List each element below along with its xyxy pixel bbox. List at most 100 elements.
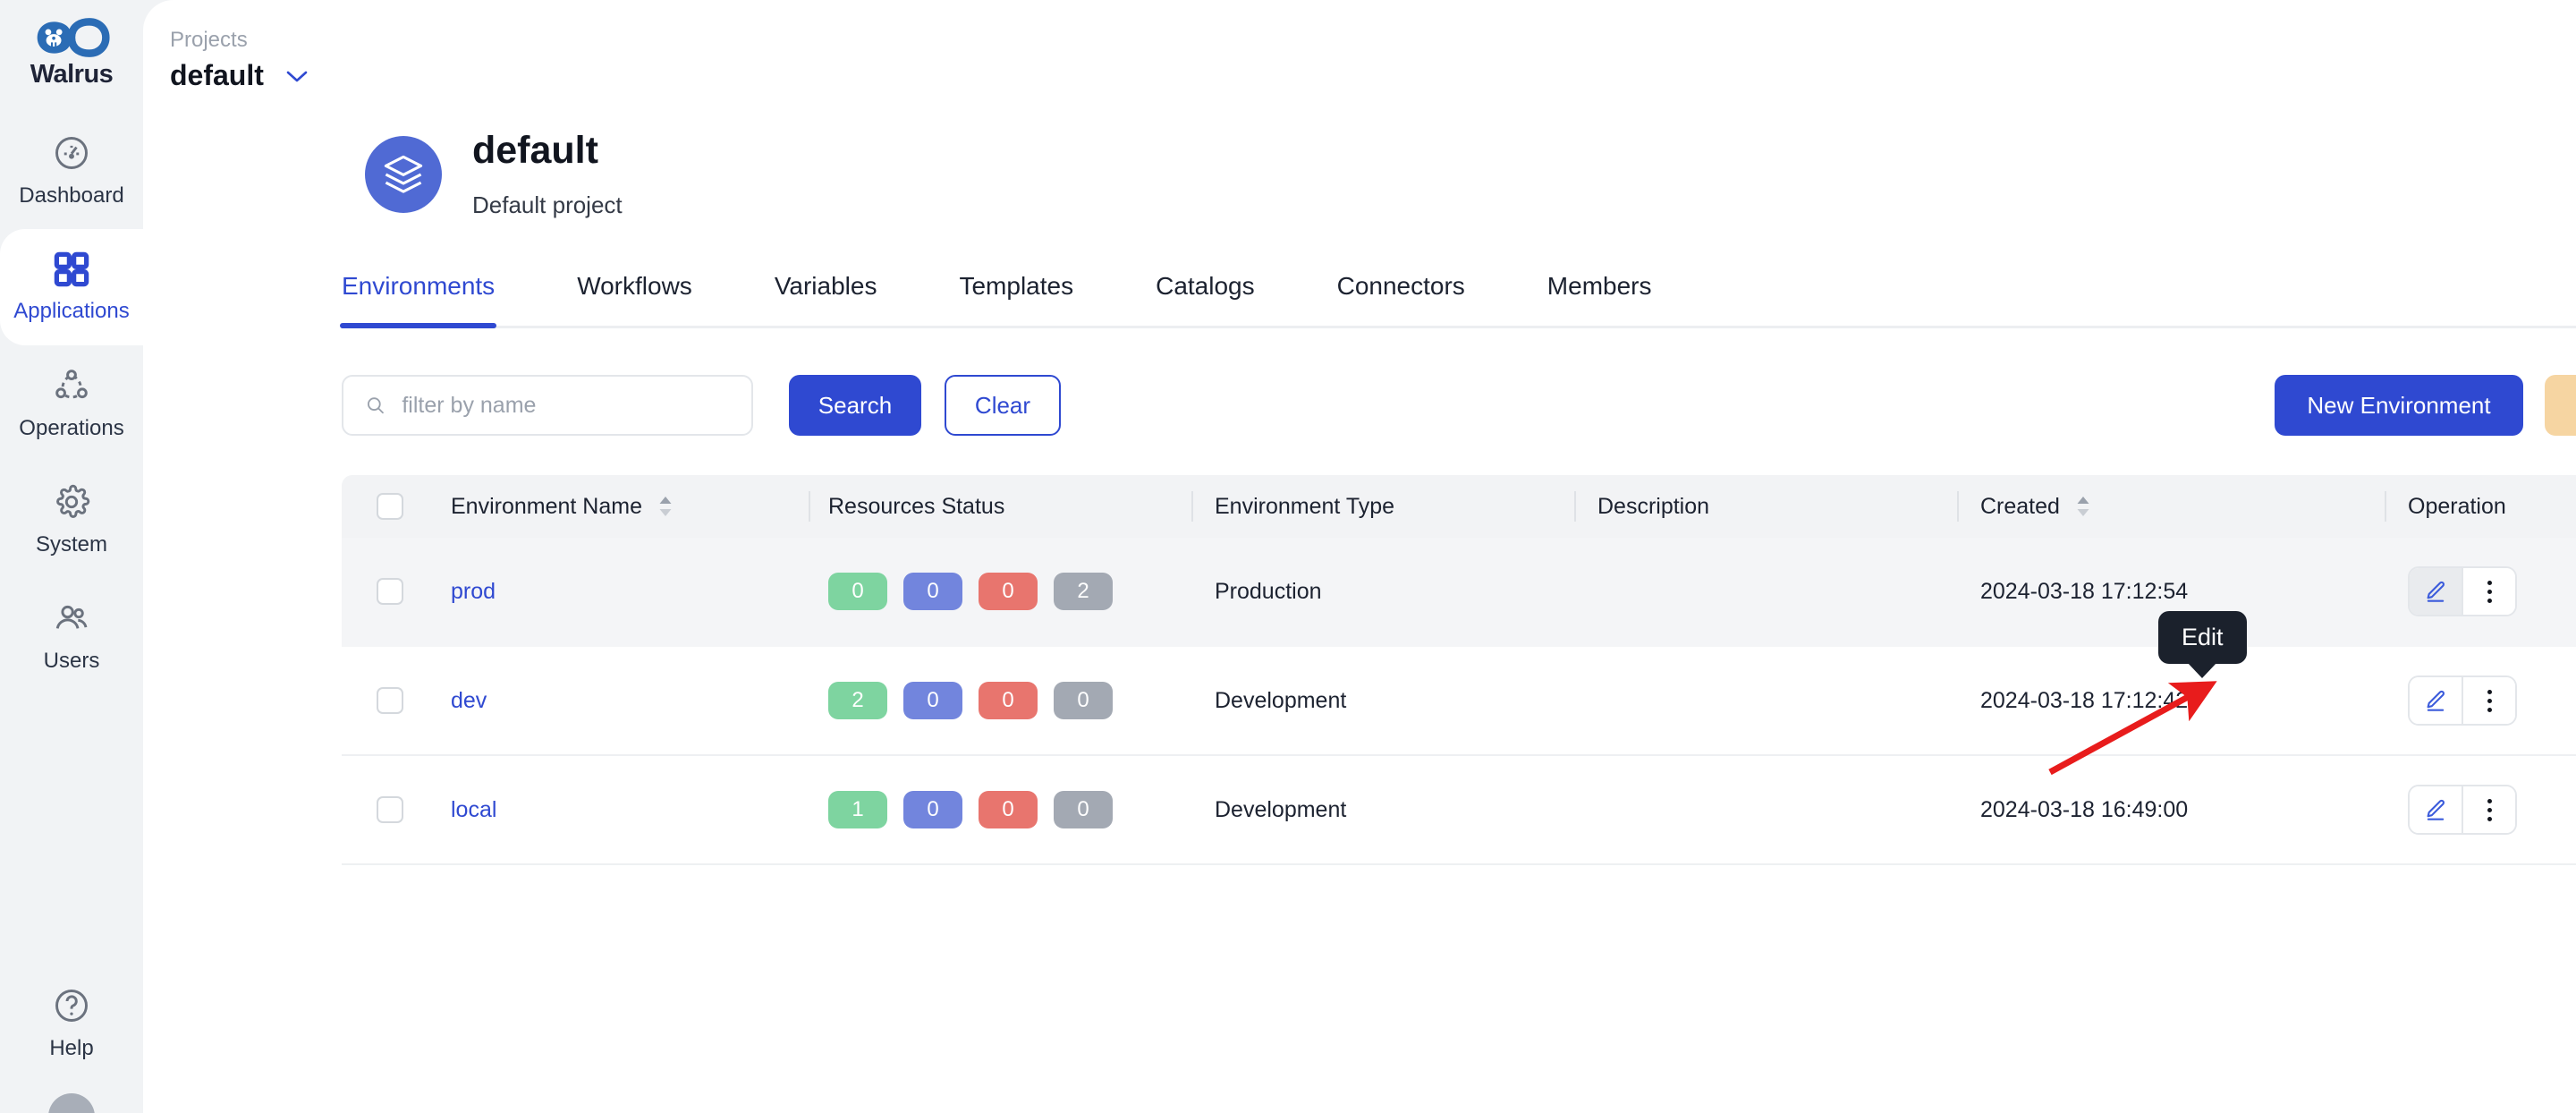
environment-link[interactable]: local [451, 797, 496, 822]
edit-button[interactable] [2410, 786, 2462, 833]
dashboard-gauge-icon [55, 137, 88, 169]
sidebar-item-operations[interactable]: Operations [0, 345, 143, 462]
status-badge-ready: 2 [828, 682, 887, 719]
sidebar-item-label: Dashboard [19, 183, 124, 208]
row-checkbox[interactable] [377, 687, 403, 714]
edit-button[interactable] [2410, 568, 2462, 615]
row-select-cell [342, 578, 438, 605]
more-actions-button[interactable] [2463, 786, 2515, 833]
sidebar-item-applications[interactable]: Applications [0, 229, 143, 345]
status-badge-progress: 0 [903, 791, 962, 828]
new-environment-button[interactable]: New Environment [2275, 375, 2523, 436]
row-select-cell [342, 796, 438, 823]
cell-created: 2024-03-18 16:49:00 [1980, 796, 2189, 822]
system-gear-icon [56, 484, 90, 518]
layers-stack-icon [384, 155, 423, 193]
more-vertical-dots-icon [2487, 798, 2492, 821]
edit-tooltip: Edit [2158, 611, 2247, 678]
project-selector[interactable]: default [170, 59, 309, 92]
cell-resources-status: 0 0 0 2 [821, 573, 1204, 610]
topbar: Projects default [143, 0, 2576, 92]
main-content: Projects default default Default project [143, 0, 2576, 1113]
sidebar-footer: Help [0, 986, 143, 1113]
applications-grid-icon [54, 251, 89, 287]
brand-logo[interactable]: Walrus [30, 16, 114, 89]
environment-link[interactable]: prod [451, 579, 496, 604]
sidebar: Walrus Dashboard Applications Operations… [0, 0, 143, 1113]
edit-pencil-icon [2427, 581, 2445, 602]
sidebar-item-label: Operations [19, 416, 124, 440]
table-row[interactable]: local 1 0 0 0 Development 2024-03-18 16:… [342, 756, 2576, 865]
select-all-checkbox[interactable] [377, 493, 403, 520]
page-title: default [472, 129, 598, 172]
more-vertical-dots-icon [2487, 689, 2492, 712]
col-created: Created [1970, 494, 2397, 520]
cell-operation [2397, 785, 2576, 835]
tab-catalogs[interactable]: Catalogs [1156, 272, 1255, 326]
cell-created: 2024-03-18 17:12:42 [1980, 687, 2189, 713]
clear-button[interactable]: Clear [945, 375, 1061, 436]
row-checkbox[interactable] [377, 578, 403, 605]
project-header: default Default project [143, 92, 2576, 217]
operations-nodes-icon [55, 370, 88, 399]
users-people-icon [55, 605, 88, 629]
sidebar-item-dashboard[interactable]: Dashboard [0, 113, 143, 229]
search-box[interactable] [342, 375, 753, 436]
tab-environments[interactable]: Environments [339, 272, 497, 328]
brand-name: Walrus [30, 60, 114, 89]
tab-variables[interactable]: Variables [775, 272, 877, 326]
walrus-infinity-logo-icon [37, 18, 110, 57]
cell-environment-name: local [438, 797, 821, 823]
sort-asc-icon [2077, 497, 2089, 504]
breadcrumb: Projects [170, 28, 248, 52]
edit-button[interactable] [2410, 677, 2462, 724]
table-header-row: Environment Name Resources Status Enviro… [342, 475, 2576, 538]
sidebar-item-users[interactable]: Users [0, 578, 143, 694]
more-actions-button[interactable] [2463, 568, 2515, 615]
sort-desc-icon [2077, 509, 2089, 516]
col-label: Environment Name [451, 493, 642, 519]
row-operation-group [2408, 785, 2517, 835]
sidebar-item-label: Applications [13, 299, 130, 323]
status-badge-inactive: 0 [1054, 682, 1113, 719]
sort-desc-icon [659, 509, 672, 516]
search-input[interactable] [402, 392, 730, 419]
environments-table: Environment Name Resources Status Enviro… [342, 475, 2576, 865]
row-select-cell [342, 687, 438, 714]
cell-environment-name: dev [438, 688, 821, 714]
project-selector-value: default [170, 59, 264, 91]
app-root: Walrus Dashboard Applications Operations… [0, 0, 2576, 1113]
sidebar-item-help[interactable]: Help [49, 986, 94, 1061]
delete-button[interactable]: Delete [2545, 375, 2576, 436]
more-actions-button[interactable] [2463, 677, 2515, 724]
table-row[interactable]: dev 2 0 0 0 Development 2024-03-18 17:12… [342, 647, 2576, 756]
sidebar-nav: Dashboard Applications Operations System… [0, 113, 143, 694]
row-checkbox[interactable] [377, 796, 403, 823]
status-badge-inactive: 2 [1054, 573, 1113, 610]
tab-members[interactable]: Members [1547, 272, 1652, 326]
sidebar-item-system[interactable]: System [0, 462, 143, 578]
edit-pencil-icon [2427, 799, 2445, 820]
avatar[interactable] [48, 1093, 95, 1113]
cell-operation [2397, 675, 2576, 726]
tab-connectors[interactable]: Connectors [1337, 272, 1465, 326]
tab-workflows[interactable]: Workflows [577, 272, 692, 326]
tab-bar: Environments Workflows Variables Templat… [339, 272, 2576, 328]
help-question-circle-icon [55, 990, 88, 1022]
select-all-cell [342, 493, 438, 520]
cell-environment-type: Production [1215, 578, 1322, 604]
col-environment-type: Environment Type [1204, 494, 1587, 520]
sidebar-item-label: System [35, 532, 107, 556]
search-button[interactable]: Search [789, 375, 921, 436]
status-badge-error: 0 [979, 791, 1038, 828]
col-label: Created [1980, 493, 2060, 519]
more-vertical-dots-icon [2487, 580, 2492, 603]
sort-toggle-name[interactable] [658, 496, 673, 517]
environment-link[interactable]: dev [451, 688, 487, 713]
chevron-down-icon [286, 71, 308, 81]
status-badge-ready: 1 [828, 791, 887, 828]
tab-templates[interactable]: Templates [959, 272, 1073, 326]
sort-toggle-created[interactable] [2076, 496, 2090, 517]
cell-created: 2024-03-18 17:12:54 [1980, 578, 2189, 604]
status-badge-error: 0 [979, 573, 1038, 610]
